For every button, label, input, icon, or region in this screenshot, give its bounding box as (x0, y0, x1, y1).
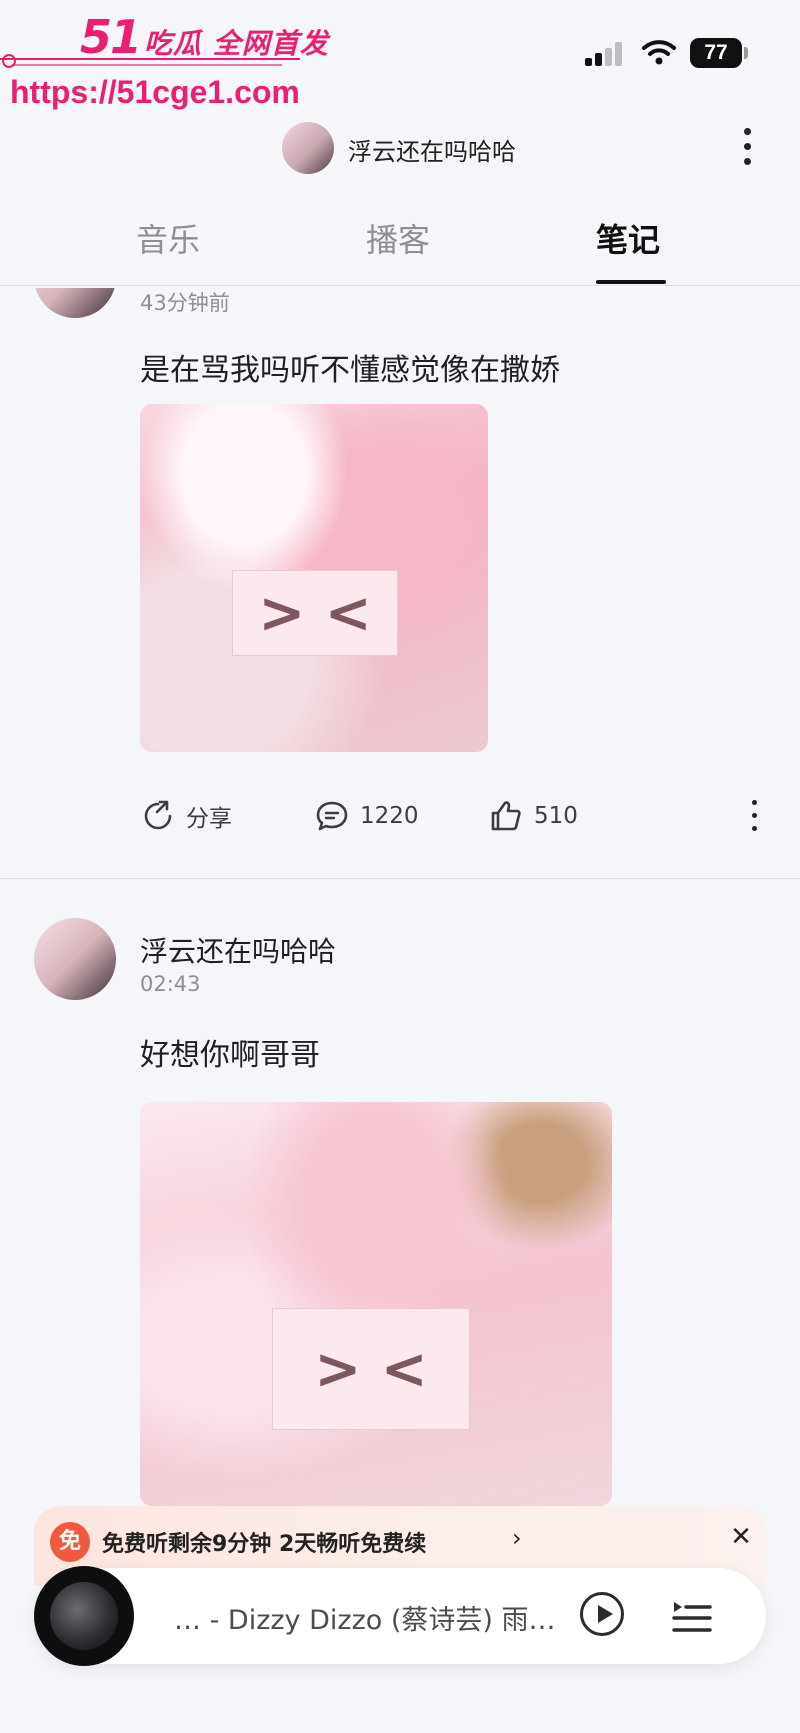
post-time: 02:43 (140, 972, 201, 996)
like-icon (491, 801, 521, 831)
now-playing-title[interactable]: … - Dizzy Dizzo (蔡诗芸) 雨… (174, 1598, 594, 1637)
post-time: 43分钟前 (140, 291, 230, 315)
close-icon[interactable]: ✕ (724, 1520, 758, 1554)
active-tab-indicator (596, 280, 666, 284)
comment-button[interactable]: 1220 (314, 798, 419, 834)
promo-text: 免费听剩余9分钟 2天畅听免费续 (102, 1532, 427, 1557)
post-text: 是在骂我吗听不懂感觉像在撒娇 (140, 353, 560, 388)
watermark-line (0, 58, 300, 60)
post-image[interactable]: > < (140, 404, 488, 752)
avatar[interactable] (282, 122, 334, 174)
comment-icon (316, 801, 348, 831)
page-title[interactable]: 浮云还在吗哈哈 (348, 132, 516, 167)
post-image[interactable]: > < (140, 1102, 612, 1506)
censor-sticker: > < (232, 570, 398, 656)
chevron-right-icon: › (512, 1524, 522, 1552)
play-icon[interactable] (580, 1592, 624, 1636)
divider (0, 878, 800, 879)
status-bar: 51 吃瓜 全网首发 https://51cge1.com 77 (0, 0, 800, 110)
share-button[interactable]: 分享 (140, 798, 232, 834)
album-art[interactable] (34, 1566, 134, 1666)
signal-icon (585, 42, 625, 66)
watermark-line (12, 64, 282, 66)
post-author[interactable]: 浮云还在吗哈哈 (140, 930, 336, 970)
wifi-icon (642, 40, 676, 65)
mini-player[interactable]: … - Dizzy Dizzo (蔡诗芸) 雨… (34, 1566, 766, 1666)
free-badge: 免 (50, 1522, 90, 1562)
watermark-url: https://51cge1.com (10, 74, 300, 110)
post-avatar[interactable] (34, 918, 116, 1000)
battery-tip (744, 47, 748, 59)
profile-header: 浮云还在吗哈哈 (0, 110, 800, 190)
share-icon (144, 800, 172, 830)
share-label: 分享 (186, 806, 232, 832)
more-icon[interactable] (744, 128, 752, 173)
watermark-brand: 51 吃瓜 全网首发 (80, 10, 329, 64)
battery-icon: 77 (690, 38, 742, 68)
like-button[interactable]: 510 (488, 798, 578, 834)
tab-notes[interactable]: 笔记 (596, 215, 660, 261)
comment-count: 1220 (360, 803, 419, 829)
tab-music[interactable]: 音乐 (136, 215, 200, 261)
like-count: 510 (534, 803, 578, 829)
tab-bar: 音乐 播客 笔记 (0, 205, 800, 285)
playlist-icon[interactable] (670, 1596, 712, 1636)
post-more-icon[interactable] (752, 800, 760, 839)
tab-podcast[interactable]: 播客 (366, 215, 430, 261)
post-text: 好想你啊哥哥 (140, 1038, 320, 1073)
divider (0, 285, 800, 286)
censor-sticker: > < (272, 1308, 470, 1430)
